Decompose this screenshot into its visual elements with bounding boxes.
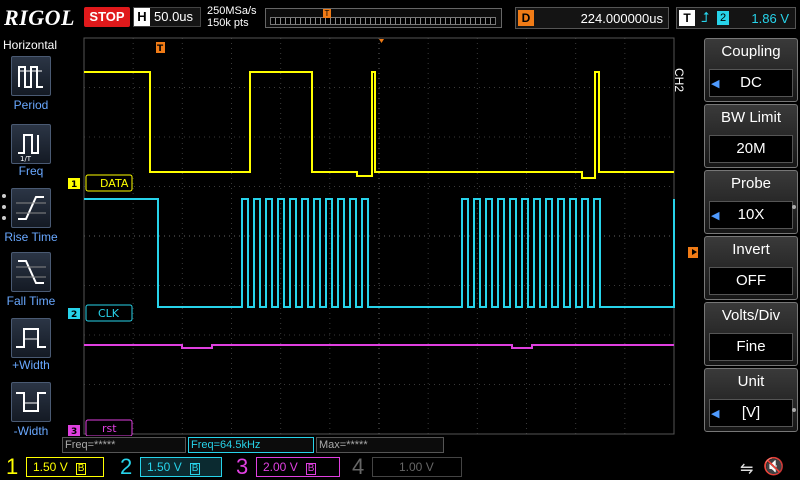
freq-button[interactable]: 1/T xyxy=(11,124,51,164)
measurement-slot-3[interactable]: Max=***** xyxy=(316,437,444,453)
svg-text:1/T: 1/T xyxy=(20,155,32,163)
bw-limit-icon: B xyxy=(305,463,317,475)
trigger-source-channel: 2 xyxy=(717,11,729,25)
rise-time-label: Rise Time xyxy=(4,230,58,244)
period-icon xyxy=(18,66,43,88)
volts-div-title: Volts/Div xyxy=(721,307,781,324)
ch2-scale: 1.50 V xyxy=(147,460,182,474)
volts-div-softkey[interactable]: Volts/Div Fine xyxy=(704,302,798,366)
select-arrow-icon: ◀ xyxy=(711,210,720,222)
ch1-label: DATA xyxy=(100,177,129,190)
trigger-position-marker: T xyxy=(156,42,165,54)
positive-width-icon xyxy=(16,328,46,348)
bw-limit-title: BW Limit xyxy=(721,109,781,126)
ch3-scale: 2.00 V xyxy=(263,460,298,474)
bw-limit-icon: B xyxy=(75,463,87,475)
negative-width-button[interactable] xyxy=(11,382,51,422)
select-arrow-icon: ◀ xyxy=(711,78,720,90)
ch1-scale: 1.50 V xyxy=(33,460,68,474)
menu-page-dots xyxy=(2,194,8,227)
invert-value: OFF xyxy=(709,267,793,295)
horizontal-label: H xyxy=(134,8,150,26)
measurement-slot-1[interactable]: Freq=***** xyxy=(62,437,186,453)
ch3-status[interactable]: 2.00 V B xyxy=(256,457,340,477)
delay-label: D xyxy=(518,10,534,26)
negative-width-label: -Width xyxy=(13,424,49,438)
sample-rate: 250MSa/s xyxy=(207,5,257,17)
freq-icon: 1/T xyxy=(18,134,39,163)
fall-time-icon xyxy=(16,260,46,284)
delay-readout[interactable]: D 224.000000us xyxy=(515,7,669,29)
menu-title: Horizontal xyxy=(2,38,58,52)
probe-value: 10X xyxy=(709,201,793,229)
probe-softkey[interactable]: Probe 10X ◀ xyxy=(704,170,798,234)
speaker-mute-icon[interactable]: 🔇 xyxy=(763,457,784,477)
svg-text:T: T xyxy=(157,44,164,54)
menu-page-dots-right xyxy=(792,205,798,215)
coupling-softkey[interactable]: Coupling DC ◀ xyxy=(704,38,798,102)
negative-width-icon xyxy=(16,392,46,412)
svg-text:1: 1 xyxy=(71,180,77,190)
ch2-status[interactable]: 1.50 V B xyxy=(140,457,222,477)
coupling-title: Coupling xyxy=(721,43,781,60)
fall-time-label: Fall Time xyxy=(6,294,56,308)
horizontal-measure-menu: Horizontal Period 1/T Freq Rise Time Fal… xyxy=(0,36,62,454)
timebase-value: 50.0us xyxy=(154,9,194,24)
measurement-slot-2[interactable]: Freq=64.5kHz xyxy=(188,437,314,453)
freq-label: Freq xyxy=(18,164,44,178)
invert-title: Invert xyxy=(732,241,770,258)
ch2-label: CLK xyxy=(98,307,120,320)
ch4-status[interactable]: 1.00 V xyxy=(372,457,462,477)
ch4-number[interactable]: 4 xyxy=(352,454,364,480)
trigger-position-icon: T xyxy=(323,9,331,18)
trigger-level-value: 1.86 V xyxy=(751,11,789,26)
invert-softkey[interactable]: Invert OFF xyxy=(704,236,798,300)
bw-limit-softkey[interactable]: BW Limit 20M xyxy=(704,104,798,168)
fall-time-button[interactable] xyxy=(11,252,51,292)
brand-logo: RIGOL xyxy=(4,5,75,30)
trigger-label: T xyxy=(679,10,695,26)
memory-depth: 150k pts xyxy=(207,17,249,29)
ch3-label: rst xyxy=(102,422,117,435)
channel-status-bar: 1 1.50 V B 2 1.50 V B 3 2.00 V B 4 1.00 V ⇋… xyxy=(0,454,800,480)
unit-value: [V] xyxy=(709,399,793,427)
trigger-readout[interactable]: T ⮥ 2 1.86 V xyxy=(676,7,796,29)
positive-width-label: +Width xyxy=(12,358,50,372)
probe-title: Probe xyxy=(730,175,772,192)
memory-overview-bar[interactable]: T xyxy=(265,8,502,28)
positive-width-button[interactable] xyxy=(11,318,51,358)
ch2-number[interactable]: 2 xyxy=(120,454,132,480)
bw-limit-value: 20M xyxy=(709,135,793,163)
acquisition-info: 250MSa/s 150k pts xyxy=(207,5,257,29)
bw-limit-icon: B xyxy=(189,463,201,475)
ch4-scale: 1.00 V xyxy=(399,460,434,474)
svg-text:3: 3 xyxy=(71,427,77,436)
ch3-number[interactable]: 3 xyxy=(236,454,248,480)
ch1-number[interactable]: 1 xyxy=(6,454,18,480)
svg-text:2: 2 xyxy=(71,310,77,320)
rise-time-button[interactable] xyxy=(11,188,51,228)
period-label: Period xyxy=(13,98,49,112)
rising-edge-icon: ⮥ xyxy=(701,9,710,25)
waveform-display[interactable]: T 1 DATA 2 CLK 3 rst xyxy=(62,36,702,436)
unit-softkey[interactable]: Unit [V] ◀ xyxy=(704,368,798,432)
menu-channel-tag: CH2 xyxy=(672,68,686,93)
usb-icon: ⇋ xyxy=(740,461,754,478)
volts-div-value: Fine xyxy=(709,333,793,361)
run-stop-indicator[interactable]: STOP xyxy=(84,7,130,27)
memory-window xyxy=(270,17,496,25)
top-status-bar: RIGOL STOP H 50.0us 250MSa/s 150k pts T D… xyxy=(0,0,800,36)
delay-value: 224.000000us xyxy=(580,11,663,26)
menu-page-dots-right-bottom xyxy=(792,408,798,418)
period-button[interactable] xyxy=(11,56,51,96)
ch1-status[interactable]: 1.50 V B xyxy=(26,457,104,477)
channel-settings-menu: Coupling DC ◀ BW Limit 20M Probe 10X ◀ I… xyxy=(704,36,800,454)
unit-title: Unit xyxy=(737,373,765,390)
horizontal-timebase[interactable]: H 50.0us xyxy=(133,7,201,27)
trigger-level-marker xyxy=(688,247,698,258)
rise-time-icon xyxy=(16,196,46,220)
select-arrow-icon: ◀ xyxy=(711,408,720,420)
coupling-value: DC xyxy=(709,69,793,97)
